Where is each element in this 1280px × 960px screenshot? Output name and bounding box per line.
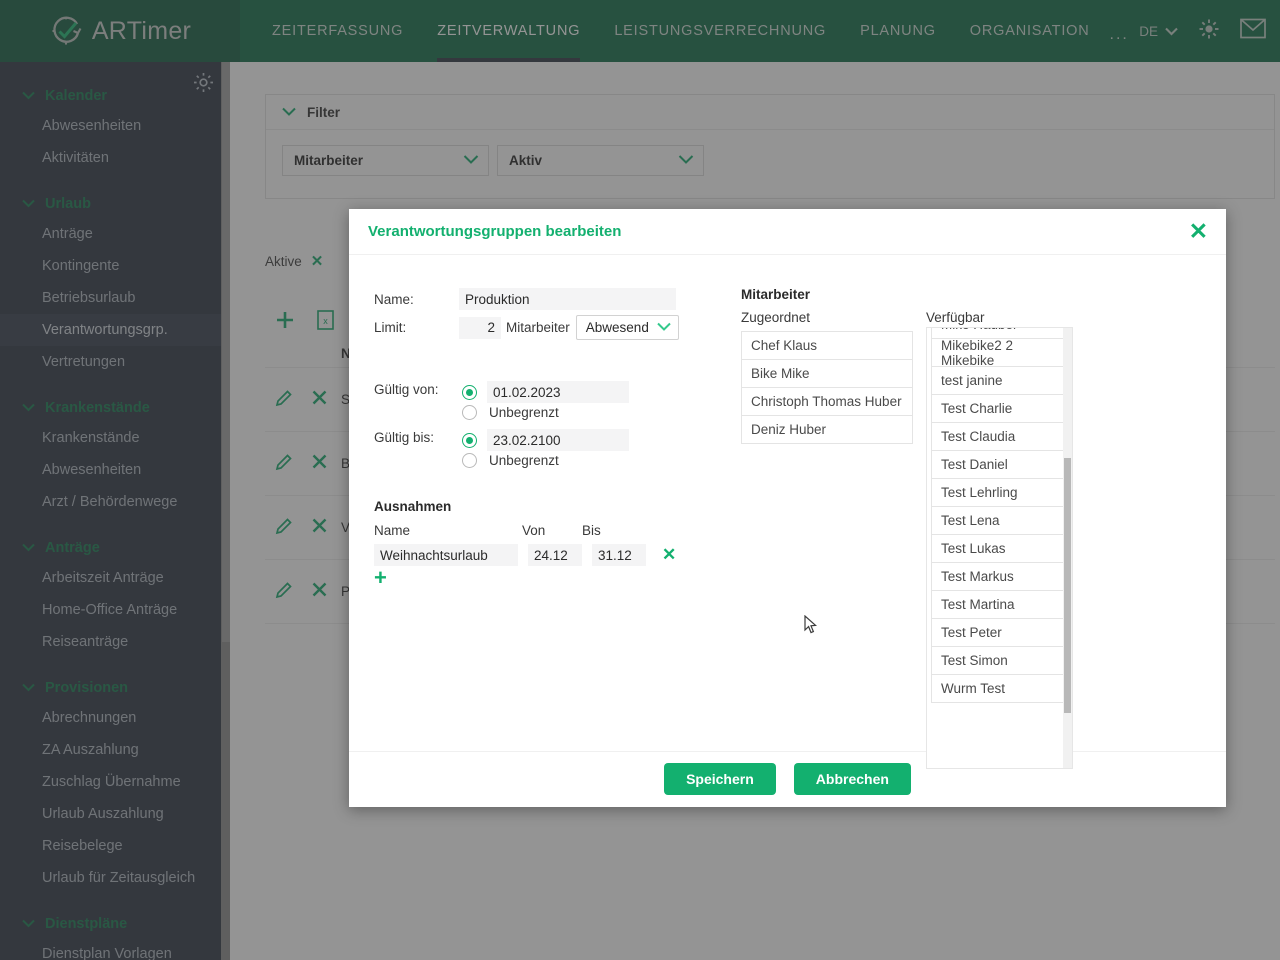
available-employee-item[interactable]: test janine [931,366,1069,395]
exceptions-section-title-row: Ausnahmen [374,499,451,514]
valid-from-date-option[interactable] [462,381,629,403]
available-employee-item[interactable]: Test Lehrling [931,478,1069,507]
valid-from-unlimited-label: Unbegrenzt [489,405,559,420]
available-employee-item[interactable]: Test Markus [931,562,1069,591]
assigned-employee-item[interactable]: Chef Klaus [741,331,913,360]
available-list-scrollbar-thumb[interactable] [1064,458,1071,713]
name-label: Name: [374,291,414,307]
exceptions-col-bis: Bis [582,523,601,538]
assigned-list-label-row: Zugeordnet [741,310,810,325]
valid-to-date-option[interactable] [462,429,629,451]
available-employee-item[interactable]: Test Peter [931,618,1069,647]
valid-to-unlimited-radio[interactable] [462,453,477,468]
save-button[interactable]: Speichern [664,763,776,795]
exception-add-row: + [374,567,387,589]
valid-to-input[interactable] [487,429,629,451]
assigned-list-label: Zugeordnet [741,310,811,325]
exception-from-input[interactable] [528,544,582,566]
dialog-header: Verantwortungsgruppen bearbeiten ✕ [349,209,1226,255]
valid-to-unlimited-label: Unbegrenzt [489,453,559,468]
valid-from-unlimited-radio[interactable] [462,405,477,420]
chevron-down-icon [657,320,671,335]
exceptions-header-row: Name Von Bis [374,523,642,538]
exception-row: ✕ [374,544,676,566]
limit-field-row: Limit: Mitarbeiter Abwesend [374,315,679,340]
exceptions-col-name: Name [374,523,411,538]
available-employee-item[interactable]: Wurm Test [931,674,1069,703]
available-list-label: Verfügbar [926,310,985,325]
available-employee-item[interactable]: Test Lena [931,506,1069,535]
valid-from-label-row: Gültig von: [374,382,439,397]
available-employee-item[interactable]: Test Charlie [931,394,1069,423]
valid-from-input[interactable] [487,381,629,403]
available-employees-list[interactable]: Mike HauberMikebike2 2 Mikebiketest jani… [926,327,1073,769]
available-employee-item[interactable]: Test Simon [931,646,1069,675]
mouse-cursor-icon [804,614,818,634]
assigned-employee-item[interactable]: Deniz Huber [741,415,913,444]
valid-to-date-radio[interactable] [462,432,477,448]
valid-to-label-row: Gültig bis: [374,430,434,445]
exceptions-col-von: Von [522,523,546,538]
dialog-title: Verantwortungsgruppen bearbeiten [368,223,622,240]
exception-name-input[interactable] [374,544,518,566]
limit-state-select[interactable]: Abwesend [575,315,679,340]
exception-to-input[interactable] [592,544,646,566]
available-employees-items: Mike HauberMikebike2 2 Mikebiketest jani… [927,328,1069,703]
dialog-footer: Speichern Abbrechen [349,751,1226,806]
assigned-employee-item[interactable]: Christoph Thomas Huber [741,387,913,416]
edit-responsibility-group-dialog: Verantwortungsgruppen bearbeiten ✕ Name:… [349,209,1226,807]
valid-from-date-radio[interactable] [462,384,477,400]
valid-from-unlimited-option[interactable]: Unbegrenzt [462,405,559,420]
limit-input[interactable] [459,316,501,339]
available-list-scrollbar[interactable] [1063,328,1072,768]
limit-label: Limit: [374,320,407,335]
name-input[interactable] [459,288,676,310]
limit-unit-label: Mitarbeiter [506,320,570,335]
dialog-body: Name: Limit: Mitarbeiter Abwesend Gültig… [349,255,1226,769]
assigned-employee-item[interactable]: Bike Mike [741,359,913,388]
available-employee-item[interactable]: Mikebike2 2 Mikebike [931,338,1069,368]
available-employee-item[interactable]: Test Martina [931,590,1069,619]
available-employee-item[interactable]: Test Lukas [931,534,1069,563]
plus-icon[interactable]: + [374,567,387,589]
valid-to-label: Gültig bis: [374,430,435,445]
valid-to-unlimited-option[interactable]: Unbegrenzt [462,453,559,468]
available-list-label-row: Verfügbar [926,310,985,325]
exceptions-section-title: Ausnahmen [374,499,452,514]
app-root: ARTimer ZEITERFASSUNG ZEITVERWALTUNG LEI… [0,0,1280,960]
employees-section-title-row: Mitarbeiter [741,287,810,302]
cancel-button[interactable]: Abbrechen [793,763,911,795]
name-field-row: Name: [374,288,676,310]
valid-from-label: Gültig von: [374,382,439,397]
available-employee-item[interactable]: Test Daniel [931,450,1069,479]
employees-section-title: Mitarbeiter [741,287,811,302]
assigned-employees-list[interactable]: Chef Klaus Bike Mike Christoph Thomas Hube… [741,331,913,453]
limit-state-value: Abwesend [585,320,649,335]
close-icon[interactable]: ✕ [1189,220,1208,243]
close-icon[interactable]: ✕ [662,545,676,565]
available-employee-item[interactable]: Test Claudia [931,422,1069,451]
